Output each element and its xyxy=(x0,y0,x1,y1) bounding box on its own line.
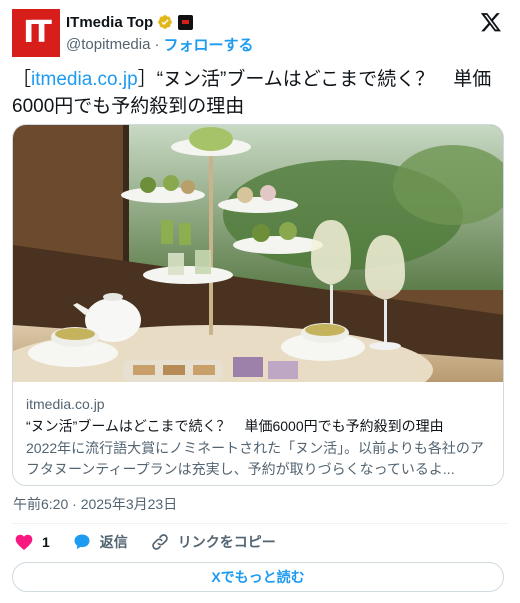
action-bar: 1 返信 リンクをコピー xyxy=(14,531,298,553)
bracket-open: ［ xyxy=(12,69,32,90)
card-title: “ヌン活”ブームはどこまで続く？ 単価6000円でも予約殺到の理由 xyxy=(26,418,444,434)
copy-link-label: リンクをコピー xyxy=(177,534,276,550)
card-description: 2022年に流行語大賞にノミネートされた「ヌン活」。以前よりも各社のアフタヌーン… xyxy=(26,440,484,477)
handle[interactable]: @topitmedia xyxy=(66,36,150,53)
affiliate-badge-icon[interactable] xyxy=(178,14,194,30)
card-meta: itmedia.co.jp “ヌン活”ブームはどこまで続く？ 単価6000円でも… xyxy=(26,395,491,480)
card-domain: itmedia.co.jp xyxy=(26,396,105,412)
tweet-text: ［itmedia.co.jp］“ヌン活”ブームはどこまで続く？ 単価6000円で… xyxy=(12,66,508,120)
tweet-link[interactable]: itmedia.co.jp xyxy=(31,69,138,90)
timestamp[interactable]: 午前6:20 · 2025年3月23日 xyxy=(13,494,177,514)
avatar[interactable]: IT xyxy=(12,9,60,57)
separator-dot: · xyxy=(154,35,160,53)
display-name[interactable]: ITmedia Top xyxy=(66,14,153,31)
link-icon xyxy=(152,534,168,550)
reply-button[interactable]: 返信 xyxy=(72,532,128,552)
divider xyxy=(12,523,508,524)
copy-link-button[interactable]: リンクをコピー xyxy=(150,532,276,552)
name-row: ITmedia Top xyxy=(66,12,194,32)
follow-button[interactable]: フォローする xyxy=(163,34,253,55)
x-logo-icon[interactable] xyxy=(480,11,502,33)
read-more-button[interactable]: Xでもっと読む xyxy=(12,562,504,592)
heart-icon xyxy=(15,534,33,550)
like-count: 1 xyxy=(42,534,50,550)
handle-row: @topitmedia · フォローする xyxy=(66,34,253,54)
verified-badge-icon xyxy=(158,15,173,29)
link-card[interactable]: itmedia.co.jp “ヌン活”ブームはどこまで続く？ 単価6000円でも… xyxy=(12,124,504,486)
card-image[interactable] xyxy=(13,125,504,382)
reply-label: 返信 xyxy=(99,534,128,550)
like-button[interactable]: 1 xyxy=(14,532,50,552)
tweet-header: IT ITmedia Top @topitmedia · フォローする xyxy=(12,9,508,59)
reply-bubble-icon xyxy=(74,534,90,550)
